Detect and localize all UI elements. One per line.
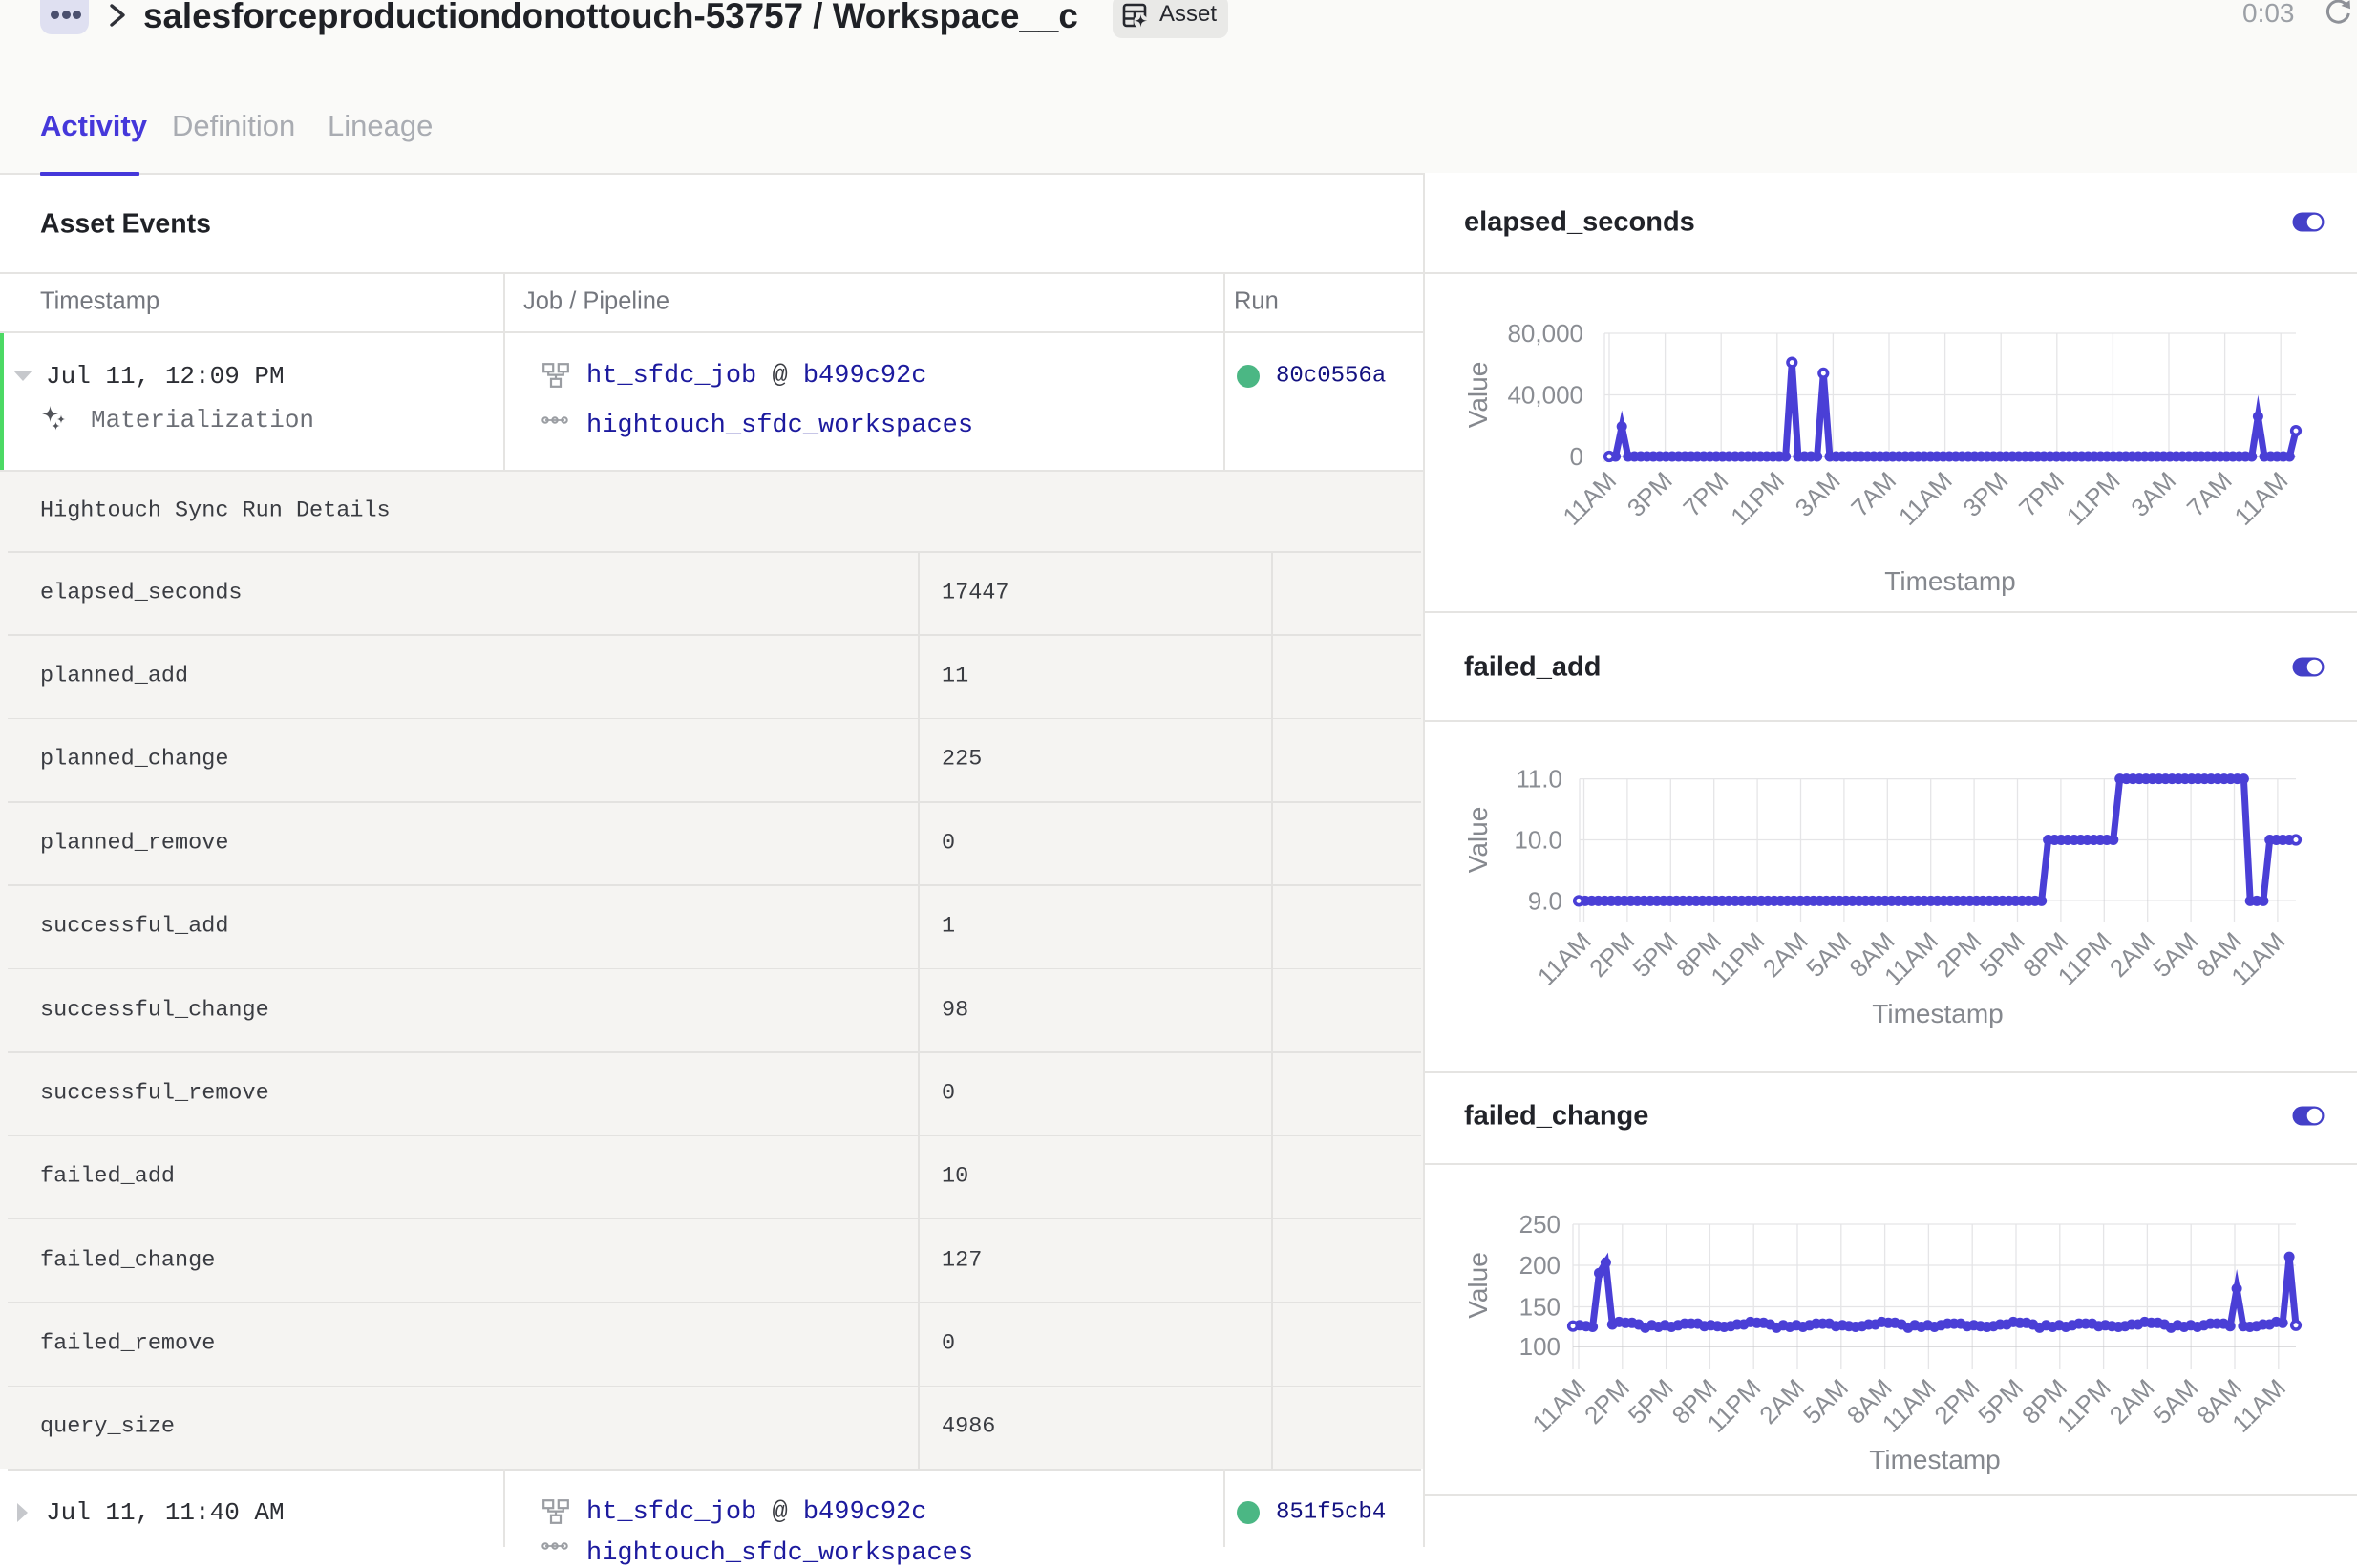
svg-text:7AM: 7AM [2181, 466, 2238, 522]
svg-text:3AM: 3AM [1790, 466, 1846, 522]
svg-text:11AM: 11AM [2229, 466, 2294, 531]
svg-text:3PM: 3PM [1957, 466, 2013, 522]
svg-text:5PM: 5PM [1623, 1373, 1679, 1430]
svg-text:200: 200 [1519, 1251, 1561, 1280]
svg-text:11AM: 11AM [1557, 466, 1622, 531]
svg-text:2PM: 2PM [1930, 926, 1986, 983]
svg-text:10.0: 10.0 [1514, 826, 1562, 855]
svg-text:40,000: 40,000 [1507, 381, 1583, 410]
svg-text:7AM: 7AM [1845, 466, 1901, 522]
svg-text:Value: Value [1463, 362, 1493, 429]
svg-text:2PM: 2PM [1928, 1373, 1985, 1430]
svg-text:11PM: 11PM [1725, 466, 1790, 531]
svg-text:5AM: 5AM [1800, 926, 1857, 983]
svg-text:7PM: 7PM [2013, 466, 2070, 522]
svg-text:0: 0 [1570, 442, 1583, 471]
svg-text:2PM: 2PM [1583, 926, 1640, 983]
svg-text:9.0: 9.0 [1528, 886, 1562, 915]
svg-text:5PM: 5PM [1627, 926, 1684, 983]
svg-text:3AM: 3AM [2125, 466, 2181, 522]
svg-text:80,000: 80,000 [1507, 319, 1583, 348]
svg-text:150: 150 [1519, 1293, 1561, 1322]
svg-text:Value: Value [1463, 1252, 1493, 1319]
svg-text:11.0: 11.0 [1516, 765, 1562, 794]
svg-text:2AM: 2AM [1757, 926, 1814, 983]
svg-text:11AM: 11AM [1893, 466, 1958, 531]
svg-text:5AM: 5AM [2147, 1373, 2203, 1430]
svg-text:7PM: 7PM [1677, 466, 1733, 522]
svg-text:Timestamp: Timestamp [1869, 1445, 2000, 1474]
svg-text:2AM: 2AM [2104, 1373, 2160, 1430]
svg-text:2PM: 2PM [1579, 1373, 1635, 1430]
svg-text:5AM: 5AM [1797, 1373, 1854, 1430]
svg-text:5AM: 5AM [2147, 926, 2203, 983]
svg-text:100: 100 [1519, 1332, 1561, 1361]
svg-text:11PM: 11PM [2061, 466, 2126, 531]
svg-text:5PM: 5PM [1972, 1373, 2028, 1430]
svg-text:2AM: 2AM [1753, 1373, 1810, 1430]
svg-text:2AM: 2AM [2104, 926, 2160, 983]
svg-text:Value: Value [1463, 807, 1493, 874]
svg-text:250: 250 [1519, 1210, 1561, 1239]
svg-text:3PM: 3PM [1622, 466, 1678, 522]
svg-text:5PM: 5PM [1974, 926, 2030, 983]
svg-text:Timestamp: Timestamp [1872, 999, 2003, 1028]
svg-text:Timestamp: Timestamp [1884, 566, 2015, 596]
